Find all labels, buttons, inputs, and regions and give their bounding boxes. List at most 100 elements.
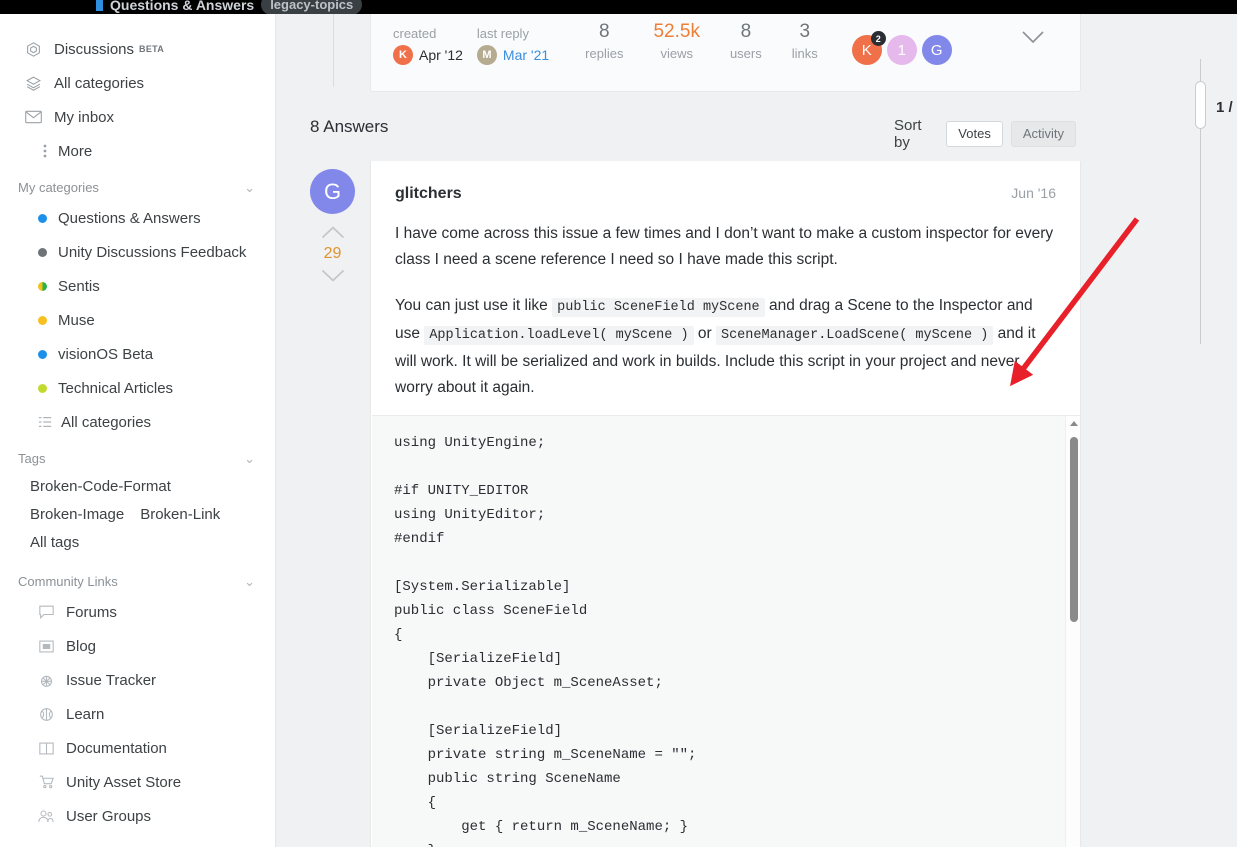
sidebar-item-my-inbox[interactable]: My inbox [0, 100, 275, 134]
sidebar-category-all-categories[interactable]: All categories [0, 405, 275, 439]
link-label: Documentation [66, 739, 167, 757]
vote-controls: 29 [310, 226, 355, 282]
created-date: Apr '12 [419, 47, 463, 63]
post-author-name[interactable]: glitchers [395, 185, 462, 203]
sidebar-category-sentis[interactable]: Sentis [0, 269, 275, 303]
section-title: My categories [18, 180, 99, 195]
category-dot-icon [38, 349, 47, 359]
avatar[interactable]: M [476, 45, 497, 65]
sidebar-category-visionos-beta[interactable]: visionOS Beta [0, 337, 275, 371]
tag-all-tags[interactable]: All tags [30, 534, 79, 551]
chevron-down-icon[interactable] [1022, 31, 1044, 49]
breadcrumb-category[interactable]: Questions & Answers [110, 0, 254, 13]
code-block: using UnityEngine; #if UNITY_EDITOR usin… [372, 415, 1080, 847]
section-header-community-links[interactable]: Community Links ⌄ [0, 556, 275, 595]
scrollbar-thumb[interactable] [1070, 437, 1078, 622]
inline-code: public SceneField myScene [552, 298, 765, 317]
last-reply-date[interactable]: Mar '21 [503, 47, 549, 63]
avatar-initial: K [861, 41, 872, 59]
sidebar-link-unity-asset-store[interactable]: Unity Asset Store [0, 765, 275, 799]
tag-broken-link[interactable]: Broken-Link [140, 506, 220, 523]
avatar[interactable]: 1 [886, 35, 917, 65]
category-dot-icon [38, 383, 47, 393]
vote-count: 29 [323, 245, 342, 262]
link-label: Learn [66, 705, 105, 723]
category-color-swatch [96, 0, 103, 11]
category-label: Unity Discussions Feedback [58, 243, 247, 261]
sidebar-item-all-categories[interactable]: All categories [0, 66, 275, 100]
topic-timeline-handle[interactable] [1195, 81, 1206, 129]
brain-icon [36, 706, 56, 723]
stat-label: users [729, 46, 762, 61]
main-content-area: created K Apr '12 last reply M Mar '21 8… [276, 14, 1237, 847]
answers-count: 8 Answers [310, 117, 389, 136]
stat-value: 52.5k [653, 21, 700, 42]
sidebar-item-more[interactable]: More [0, 134, 275, 168]
code-scrollbar[interactable] [1065, 416, 1080, 847]
post-paragraph-1: I have come across this issue a few time… [395, 225, 1054, 268]
tag-row: Broken-Image Broken-Link [0, 500, 275, 528]
topic-meta-card: created K Apr '12 last reply M Mar '21 8… [370, 14, 1081, 92]
stat-views[interactable]: 52.5k views [653, 22, 699, 65]
link-label: Issue Tracker [66, 671, 157, 689]
dots-vertical-icon [40, 142, 50, 160]
upvote-button[interactable] [321, 226, 345, 239]
post-date[interactable]: Jun '16 [1011, 185, 1056, 201]
unity-logo-icon [22, 40, 44, 58]
comment-icon [36, 604, 56, 621]
sidebar-link-learn[interactable]: Learn [0, 697, 275, 731]
section-header-my-categories[interactable]: My categories ⌄ [0, 168, 275, 201]
section-title: Community Links [18, 574, 118, 589]
sidebar-category-technical-articles[interactable]: Technical Articles [0, 371, 275, 405]
sidebar-item-label: Discussions [54, 40, 135, 58]
link-label: Blog [66, 637, 97, 655]
section-title: Tags [18, 451, 46, 466]
answer-post-card: glitchers Jun '16 I have come across thi… [370, 161, 1081, 847]
category-label: Questions & Answers [58, 209, 201, 227]
stat-replies[interactable]: 8 replies [585, 22, 623, 65]
section-header-tags[interactable]: Tags ⌄ [0, 439, 275, 472]
chevron-down-icon[interactable]: ⌄ [244, 452, 255, 465]
top-navigation-bar: Questions & Answers legacy-topics [0, 0, 1237, 14]
chevron-down-icon[interactable]: ⌄ [244, 181, 255, 194]
sidebar-category-questions-answers[interactable]: Questions & Answers [0, 201, 275, 235]
avatar[interactable]: G [921, 35, 952, 65]
scroll-up-arrow-icon[interactable] [1070, 421, 1078, 426]
sidebar-link-forums[interactable]: Forums [0, 595, 275, 629]
stat-label: replies [585, 46, 624, 61]
inline-code: Application.loadLevel( myScene ) [424, 326, 694, 345]
tag-broken-code-format[interactable]: Broken-Code-Format [30, 478, 171, 495]
code-content: using UnityEngine; #if UNITY_EDITOR usin… [394, 435, 697, 847]
chevron-down-icon[interactable]: ⌄ [244, 575, 255, 588]
tag-broken-image[interactable]: Broken-Image [30, 506, 124, 523]
sidebar-category-muse[interactable]: Muse [0, 303, 275, 337]
sidebar-item-discussions[interactable]: Discussions BETA [0, 32, 275, 66]
sort-votes-button[interactable]: Votes [946, 120, 1003, 148]
sidebar-link-user-groups[interactable]: User Groups [0, 799, 275, 833]
tag-row: Broken-Code-Format [0, 472, 275, 500]
avatar-post-count-badge: 2 [870, 31, 886, 46]
stat-value: 8 [599, 21, 610, 42]
avatar[interactable]: K [393, 45, 413, 65]
tag-row: All tags [0, 528, 275, 556]
avatar[interactable]: K 2 [851, 31, 886, 65]
breadcrumb-tag-pill[interactable]: legacy-topics [261, 0, 363, 14]
category-label: Sentis [58, 277, 100, 295]
avatar[interactable]: G [310, 169, 355, 214]
stat-label: links [791, 46, 818, 61]
stat-users[interactable]: 8 users [730, 22, 762, 65]
sort-by-label: Sort by [894, 117, 922, 151]
stat-label: views [660, 46, 693, 61]
sidebar-link-documentation[interactable]: Documentation [0, 731, 275, 765]
downvote-button[interactable] [321, 269, 345, 282]
sidebar-category-unity-discussions-feedback[interactable]: Unity Discussions Feedback [0, 235, 275, 269]
created-label: created [393, 26, 437, 41]
sidebar-link-issue-tracker[interactable]: Issue Tracker [0, 663, 275, 697]
bug-icon [36, 672, 56, 689]
list-icon [38, 416, 52, 428]
sidebar-item-label: More [58, 142, 93, 160]
sort-activity-button[interactable]: Activity [1010, 120, 1076, 148]
stat-links[interactable]: 3 links [792, 22, 818, 65]
sidebar-link-blog[interactable]: Blog [0, 629, 275, 663]
sidebar-item-label: My inbox [54, 108, 115, 126]
